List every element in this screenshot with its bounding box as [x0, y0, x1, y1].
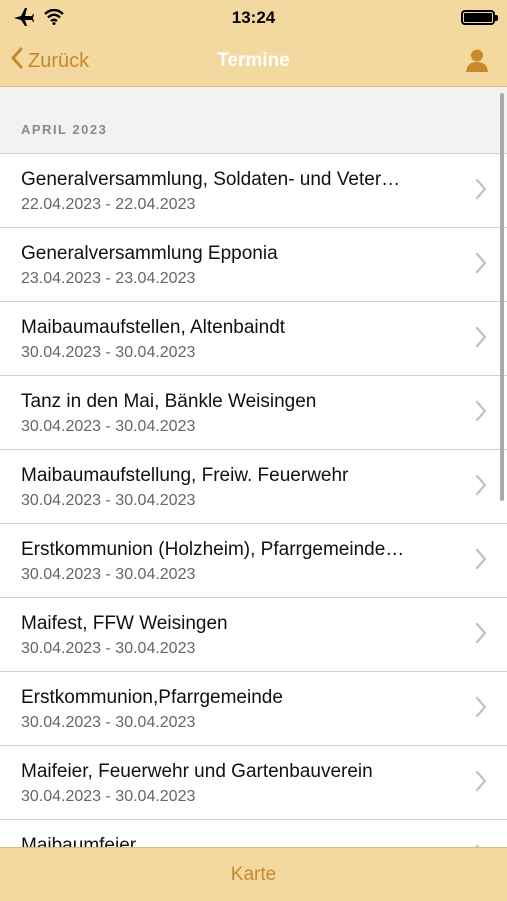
chevron-right-icon	[475, 548, 487, 575]
event-date: 30.04.2023 - 30.04.2023	[21, 714, 196, 731]
event-date: 30.04.2023 - 30.04.2023	[21, 492, 196, 509]
event-title: Maibaumaufstellen, Altenbaindt	[21, 317, 286, 338]
event-title: Maifeier, Feuerwehr und Gartenbauverein	[21, 761, 373, 782]
event-title: Erstkommunion,Pfarrgemeinde	[21, 687, 283, 708]
event-title: Maibaumaufstellung, Freiw. Feuerwehr	[21, 465, 349, 486]
event-date: 30.04.2023 - 30.04.2023	[21, 788, 196, 805]
battery-icon	[461, 10, 498, 25]
section-header: APRIL 2023	[21, 122, 108, 137]
scrollbar[interactable]	[500, 93, 504, 501]
events-list: Generalversammlung, Soldaten- und Veter……	[0, 153, 507, 847]
event-date: 30.04.2023 - 30.04.2023	[21, 418, 196, 435]
page-title: Termine	[217, 50, 290, 71]
list-item[interactable]: Tanz in den Mai, Bänkle Weisingen 30.04.…	[0, 376, 507, 450]
chevron-right-icon	[475, 696, 487, 723]
event-title: Maibaumfeier	[21, 835, 137, 847]
list-item[interactable]: Erstkommunion,Pfarrgemeinde 30.04.2023 -…	[0, 672, 507, 746]
list-item[interactable]: Generalversammlung, Soldaten- und Veter……	[0, 154, 507, 228]
user-icon	[465, 49, 489, 76]
event-title: Tanz in den Mai, Bänkle Weisingen	[21, 391, 317, 412]
chevron-right-icon	[475, 326, 487, 353]
profile-button[interactable]	[465, 48, 489, 77]
list-item[interactable]: Maifeier, Feuerwehr und Gartenbauverein …	[0, 746, 507, 820]
event-date: 30.04.2023 - 30.04.2023	[21, 640, 196, 657]
status-bar: 13:24	[0, 0, 507, 36]
bottom-toolbar: Karte	[0, 847, 507, 901]
map-button[interactable]: Karte	[0, 864, 507, 886]
chevron-right-icon	[475, 770, 487, 797]
chevron-right-icon	[475, 474, 487, 501]
list-item[interactable]: Generalversammlung Epponia 23.04.2023 - …	[0, 228, 507, 302]
navigation-bar: Zurück Termine	[0, 36, 507, 87]
event-title: Maifest, FFW Weisingen	[21, 613, 228, 634]
list-item[interactable]: Maifest, FFW Weisingen 30.04.2023 - 30.0…	[0, 598, 507, 672]
events-list-view[interactable]: APRIL 2023 Generalversammlung, Soldaten-…	[0, 87, 507, 847]
chevron-right-icon	[475, 622, 487, 649]
event-title: Generalversammlung Epponia	[21, 243, 278, 264]
chevron-right-icon	[475, 178, 487, 205]
event-date: 30.04.2023 - 30.04.2023	[21, 566, 196, 583]
event-date: 23.04.2023 - 23.04.2023	[21, 270, 196, 287]
list-item[interactable]: Maibaumaufstellen, Altenbaindt 30.04.202…	[0, 302, 507, 376]
list-item[interactable]: Erstkommunion (Holzheim), Pfarrgemeinde……	[0, 524, 507, 598]
event-title: Erstkommunion (Holzheim), Pfarrgemeinde…	[21, 539, 405, 560]
list-item[interactable]: Maibaumfeier	[0, 820, 507, 847]
status-time: 13:24	[231, 8, 276, 27]
event-date: 30.04.2023 - 30.04.2023	[21, 344, 196, 361]
list-item[interactable]: Maibaumaufstellung, Freiw. Feuerwehr 30.…	[0, 450, 507, 524]
event-date: 22.04.2023 - 22.04.2023	[21, 196, 196, 213]
chevron-right-icon	[475, 400, 487, 427]
event-title: Generalversammlung, Soldaten- und Veter…	[21, 169, 401, 190]
chevron-right-icon	[475, 252, 487, 279]
